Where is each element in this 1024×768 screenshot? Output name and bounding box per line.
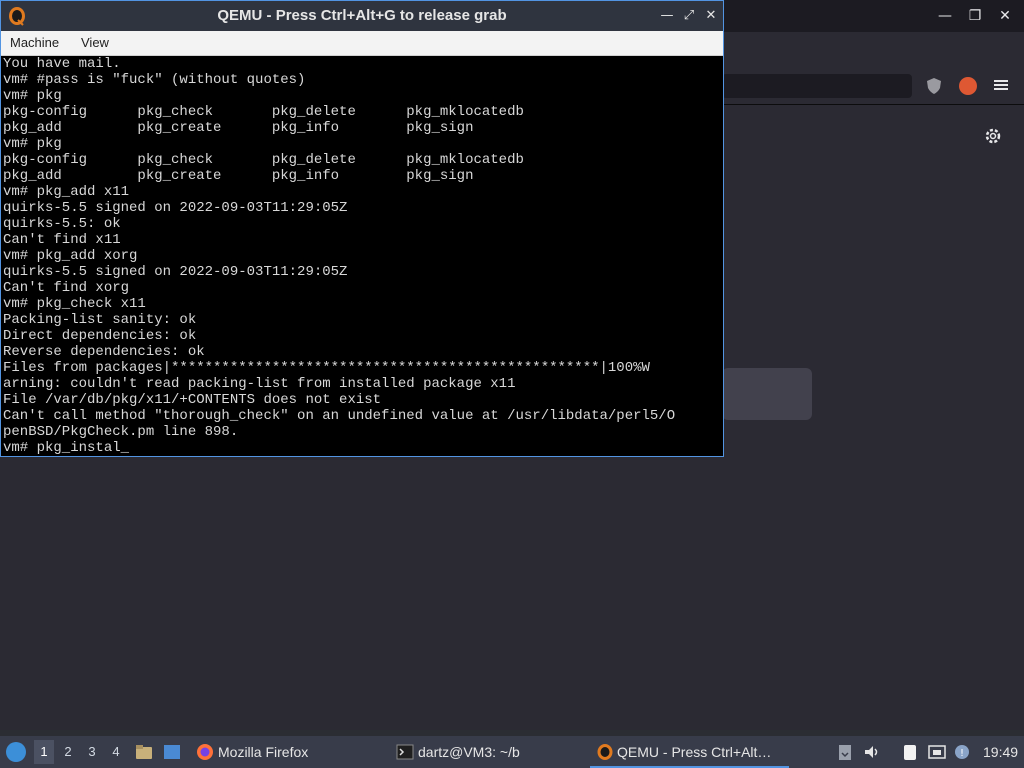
task-terminal[interactable]: dartz@VM3: ~/b — [418, 736, 520, 768]
taskbar: 1 2 3 4 Mozilla Firefox dartz@VM3: ~/b Q… — [0, 736, 1024, 768]
console-line: You have mail. — [3, 56, 121, 72]
minimize-icon[interactable]: — — [932, 4, 958, 28]
console-line: vm# pkg — [3, 136, 62, 152]
qemu-menubar: Machine View — [1, 31, 723, 56]
console-line: pkg_add pkg_create pkg_info pkg_sign — [3, 120, 474, 136]
console-line: quirks-5.5: ok — [3, 216, 121, 232]
close-icon[interactable]: ✕ — [992, 4, 1018, 28]
console-line: arning: couldn't read packing-list from … — [3, 376, 516, 392]
restore-icon[interactable]: ❐ — [962, 4, 988, 28]
console-line: Can't find x11 — [3, 232, 121, 248]
terminal-icon — [396, 744, 414, 760]
desktop-icon[interactable] — [163, 743, 181, 761]
volume-icon[interactable] — [863, 743, 881, 761]
file-manager-icon[interactable] — [135, 743, 153, 761]
clock[interactable]: 19:49 — [983, 736, 1018, 768]
console-line: Packing-list sanity: ok — [3, 312, 197, 328]
firefox-icon — [197, 744, 213, 760]
clipboard-icon[interactable] — [836, 743, 854, 761]
qemu-window[interactable]: QEMU - Press Ctrl+Alt+G to release grab … — [0, 0, 724, 457]
network-icon[interactable] — [928, 743, 946, 761]
updates-icon[interactable]: ! — [953, 743, 971, 761]
svg-text:!: ! — [960, 748, 964, 759]
menu-view[interactable]: View — [81, 31, 109, 55]
console-line: penBSD/PkgCheck.pm line 898. — [3, 424, 239, 440]
console-line: Reverse dependencies: ok — [3, 344, 205, 360]
console-line: pkg-config pkg_check pkg_delete pkg_mklo… — [3, 104, 524, 120]
menu-machine[interactable]: Machine — [10, 31, 59, 55]
task-firefox[interactable]: Mozilla Firefox — [218, 736, 308, 768]
console-line: Can't call method "thorough_check" on an… — [3, 408, 676, 424]
console-line: quirks-5.5 signed on 2022-09-03T11:29:05… — [3, 264, 348, 280]
console-line: pkg_add pkg_create pkg_info pkg_sign — [3, 168, 474, 184]
console-line: Files from packages|********************… — [3, 360, 650, 376]
task-qemu[interactable]: QEMU - Press Ctrl+Alt… — [590, 736, 789, 768]
workspace-4[interactable]: 4 — [106, 740, 126, 764]
console-line: Direct dependencies: ok — [3, 328, 197, 344]
start-menu-icon[interactable] — [6, 742, 26, 762]
url-bar[interactable] — [722, 74, 912, 98]
minimize-icon[interactable]: — — [658, 7, 676, 25]
ublock-icon[interactable] — [925, 77, 943, 95]
guest-console[interactable]: You have mail. vm# #pass is "fuck" (witho… — [3, 56, 723, 456]
workspace-1[interactable]: 1 — [34, 740, 54, 764]
duckduckgo-icon[interactable] — [959, 77, 977, 95]
console-line: vm# pkg_check x11 — [3, 296, 146, 312]
qemu-titlebar[interactable]: QEMU - Press Ctrl+Alt+G to release grab … — [1, 1, 723, 31]
console-line: vm# pkg — [3, 88, 62, 104]
hamburger-menu-icon[interactable] — [992, 76, 1010, 94]
console-line: Can't find xorg — [3, 280, 130, 296]
console-line: vm# pkg_add x11 — [3, 184, 130, 200]
gear-icon[interactable] — [983, 126, 1003, 146]
console-line: File /var/db/pkg/x11/+CONTENTS does not … — [3, 392, 382, 408]
workspace-2[interactable]: 2 — [58, 740, 78, 764]
workspace-3[interactable]: 3 — [82, 740, 102, 764]
content-card — [722, 368, 812, 420]
console-line: vm# #pass is "fuck" (without quotes) — [3, 72, 306, 88]
console-line: vm# pkg_add xorg — [3, 248, 138, 264]
maximize-icon[interactable]: ⤢ — [680, 7, 698, 25]
window-title: QEMU - Press Ctrl+Alt+G to release grab — [217, 7, 507, 24]
console-line: vm# pkg_instal_ — [3, 440, 130, 456]
console-line: pkg-config pkg_check pkg_delete pkg_mklo… — [3, 152, 524, 168]
close-icon[interactable]: ✕ — [702, 7, 720, 25]
notes-icon[interactable] — [901, 743, 919, 761]
console-line: quirks-5.5 signed on 2022-09-03T11:29:05… — [3, 200, 348, 216]
